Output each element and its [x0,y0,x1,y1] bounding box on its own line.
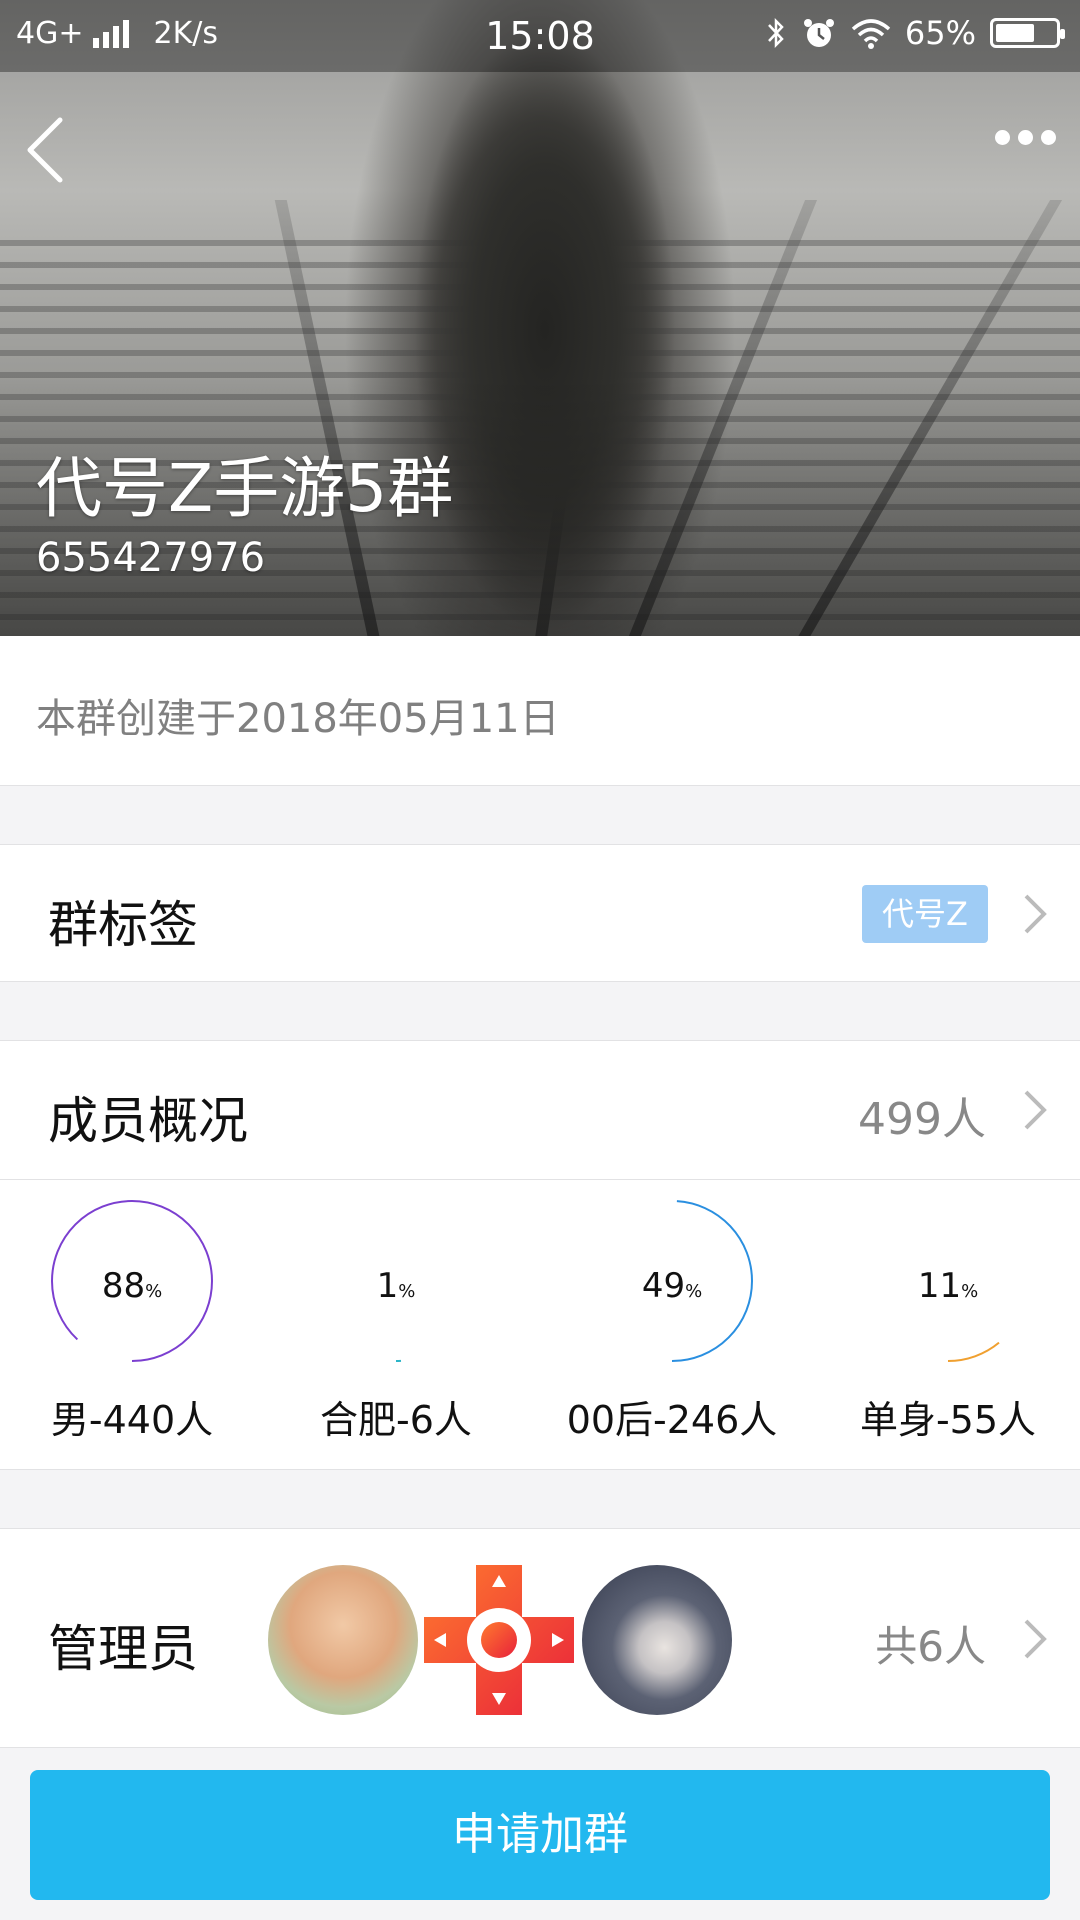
status-bar: 4G+ 2K/s 15:08 65% [0,0,1080,72]
stat-location: 1% 合肥-6人 [276,1191,516,1471]
admin-count: 共6人 [875,1622,986,1671]
stat-percent: 11% [917,1266,979,1306]
member-overview-row[interactable]: 成员概况 499人 [0,1041,1080,1179]
admins-row[interactable]: 管理员 共6人 [0,1528,1080,1748]
stat-label: 单身-55人 [859,1398,1037,1442]
stat-percent: 1% [376,1266,416,1306]
member-overview-title: 成员概况 [48,1092,248,1150]
avatar[interactable] [268,1565,418,1715]
admins-title: 管理员 [48,1620,198,1678]
bluetooth-icon [767,17,784,49]
stat-age: 49% 00后-246人 [552,1191,792,1471]
wifi-icon [851,19,891,49]
stat-label: 男-440人 [50,1398,214,1442]
group-tags-title: 群标签 [48,896,198,954]
group-id: 655427976 [36,535,266,581]
chevron-right-icon [1024,1090,1047,1130]
avatar[interactable] [424,1565,574,1715]
group-tags-row[interactable]: 群标签 代号Z [0,844,1080,982]
stat-single: 11% 单身-55人 [828,1191,1068,1471]
group-name: 代号Z手游5群 [36,450,454,527]
avatar[interactable] [582,1565,732,1715]
more-dots-icon[interactable] [995,130,1056,145]
group-cover: 4G+ 2K/s 15:08 65% 代号Z手游5群 655427976 [0,0,1080,636]
stat-percent: 49% [641,1266,703,1306]
alarm-icon [803,19,834,47]
created-date: 本群创建于2018年05月11日 [36,696,560,742]
join-group-button[interactable]: 申请加群 [30,1770,1050,1900]
back-arrow-icon[interactable] [22,110,82,190]
group-tag: 代号Z [862,885,988,943]
battery-icon [990,18,1065,48]
chevron-right-icon [1024,894,1047,934]
battery-percent: 65% [904,14,976,52]
created-info: 本群创建于2018年05月11日 [0,636,1080,786]
member-count: 499人 [858,1094,986,1145]
stat-label: 合肥-6人 [320,1398,472,1442]
stat-label: 00后-246人 [566,1398,778,1442]
battery-level [996,24,1034,42]
chevron-right-icon [1024,1619,1047,1659]
member-overview: 成员概况 499人 88% 男-440人 1% 合肥-6人 49% 00后-24… [0,1040,1080,1470]
stat-percent: 88% [101,1266,163,1306]
stat-gender: 88% 男-440人 [12,1191,252,1471]
